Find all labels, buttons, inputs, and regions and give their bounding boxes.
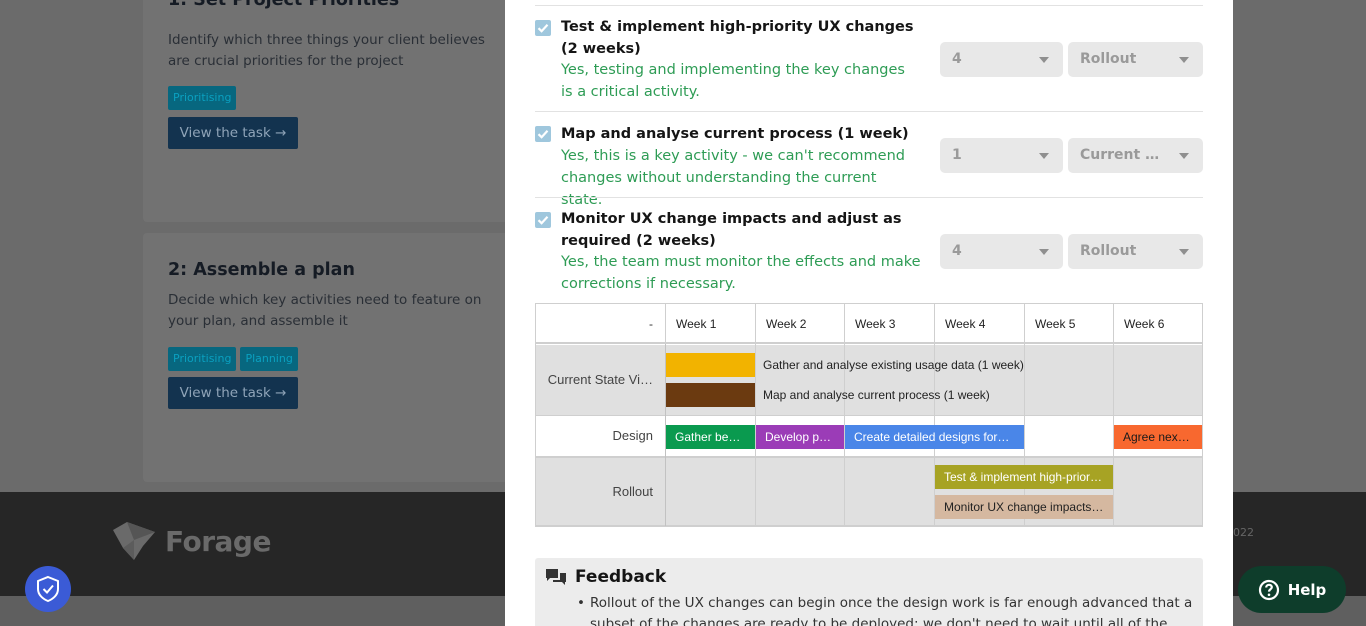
forage-logo: Forage [113, 522, 271, 560]
caret-down-icon [1039, 249, 1049, 255]
gantt-task-bar[interactable]: Test & implement high-prior… [935, 465, 1113, 489]
task-card-description: Decide which key activities need to feat… [168, 292, 482, 329]
comments-icon [546, 569, 566, 585]
gantt-week-header: Week 6 [1113, 304, 1202, 344]
task-card-1: 1: Set Project Priorities Identify which… [143, 0, 523, 222]
gantt-task-bar[interactable]: Agree nex… [1114, 424, 1202, 449]
activity-title: Test & implement high-priority UX change… [561, 19, 914, 57]
start-week-select[interactable]: 4 [940, 234, 1063, 269]
activity-feedback: Yes, testing and implementing the key ch… [561, 62, 905, 100]
task-card-description: Identify which three things your client … [168, 32, 485, 69]
gantt-row-label: Current State Vi… [547, 372, 653, 387]
gantt-week-header: Week 1 [665, 304, 755, 344]
activity-checkbox[interactable] [535, 20, 551, 36]
phase-select[interactable]: Rollout [1068, 42, 1203, 77]
tag: Prioritising [168, 347, 237, 371]
tag: Planning [240, 347, 298, 371]
tag: Prioritising [168, 86, 237, 110]
task-card-tags: Prioritising Planning [168, 347, 298, 371]
feedback-list: Rollout of the UX changes can begin once… [577, 593, 1200, 626]
gantt-week-header: Week 3 [844, 304, 934, 344]
brand-name: Forage [165, 524, 271, 558]
gantt-task-label: Gather and analyse existing usage data (… [763, 358, 1024, 372]
gantt-header: - Week 1 Week 2 Week 3 Week 4 Week 5 Wee… [536, 304, 1202, 344]
shield-icon [37, 575, 59, 603]
caret-down-icon [1039, 153, 1049, 159]
gantt-task-label: Map and analyse current process (1 week) [763, 388, 990, 402]
task-card-title: 1: Set Project Priorities [168, 0, 400, 10]
help-label: Help [1287, 580, 1327, 599]
task-card-title: 2: Assemble a plan [168, 260, 355, 280]
task-card-tags: Prioritising [168, 86, 237, 110]
start-week-select[interactable]: 1 [940, 138, 1063, 173]
activity-checkbox[interactable] [535, 212, 551, 228]
activity-item: Monitor UX change impacts and adjust as … [535, 197, 1203, 302]
start-week-select[interactable]: 4 [940, 42, 1063, 77]
activity-title: Map and analyse current process (1 week) [561, 126, 909, 142]
phase-select[interactable]: Rollout [1068, 234, 1203, 269]
activity-checkbox[interactable] [535, 126, 551, 142]
feedback-title: Feedback [575, 567, 667, 587]
activity-feedback: Yes, the team must monitor the effects a… [561, 254, 921, 292]
help-button[interactable]: Help [1238, 566, 1346, 613]
gantt-week-header: Week 2 [755, 304, 844, 344]
gantt-week-header: Week 4 [934, 304, 1024, 344]
view-task-button[interactable]: View the task → [168, 377, 298, 409]
activity-item: Map and analyse current process (1 week)… [535, 111, 1203, 208]
gantt-task-bar[interactable] [666, 353, 755, 377]
checkmark-icon [537, 130, 549, 139]
task-card-2: 2: Assemble a plan Decide which key acti… [143, 233, 523, 482]
caret-down-icon [1179, 249, 1189, 255]
caret-down-icon [1039, 57, 1049, 63]
gantt-task-bar[interactable]: Gather be… [666, 424, 755, 449]
activity-title: Monitor UX change impacts and adjust as … [561, 211, 902, 249]
privacy-shield-button[interactable] [25, 566, 71, 612]
gantt-task-bar[interactable] [666, 383, 755, 407]
gantt-row-label: Design [612, 428, 653, 443]
gantt-task-bar[interactable]: Develop p… [756, 424, 844, 449]
checkmark-icon [537, 24, 549, 33]
phase-select[interactable]: Current St… [1068, 138, 1203, 173]
activity-item: Test & implement high-priority UX change… [535, 5, 1203, 111]
caret-down-icon [1179, 57, 1189, 63]
help-icon [1258, 579, 1279, 600]
copyright-year: 022 [1233, 526, 1254, 539]
feedback-item: Rollout of the UX changes can begin once… [577, 593, 1200, 626]
checkmark-icon [537, 216, 549, 225]
forage-logo-icon [113, 522, 155, 560]
gantt-task-bar[interactable]: Create detailed designs for… [845, 424, 1024, 449]
feedback-panel: Feedback Rollout of the UX changes can b… [535, 558, 1203, 626]
gantt-corner: - [649, 317, 653, 331]
plan-modal: Test & implement high-priority UX change… [505, 0, 1233, 626]
caret-down-icon [1179, 153, 1189, 159]
view-task-button[interactable]: View the task → [168, 117, 298, 149]
gantt-task-bar[interactable]: Monitor UX change impacts… [935, 495, 1113, 519]
gantt-week-header: Week 5 [1024, 304, 1113, 344]
gantt-chart: Current State Vi… Design Rollout - Week … [535, 303, 1203, 527]
gantt-row-label: Rollout [612, 484, 653, 499]
